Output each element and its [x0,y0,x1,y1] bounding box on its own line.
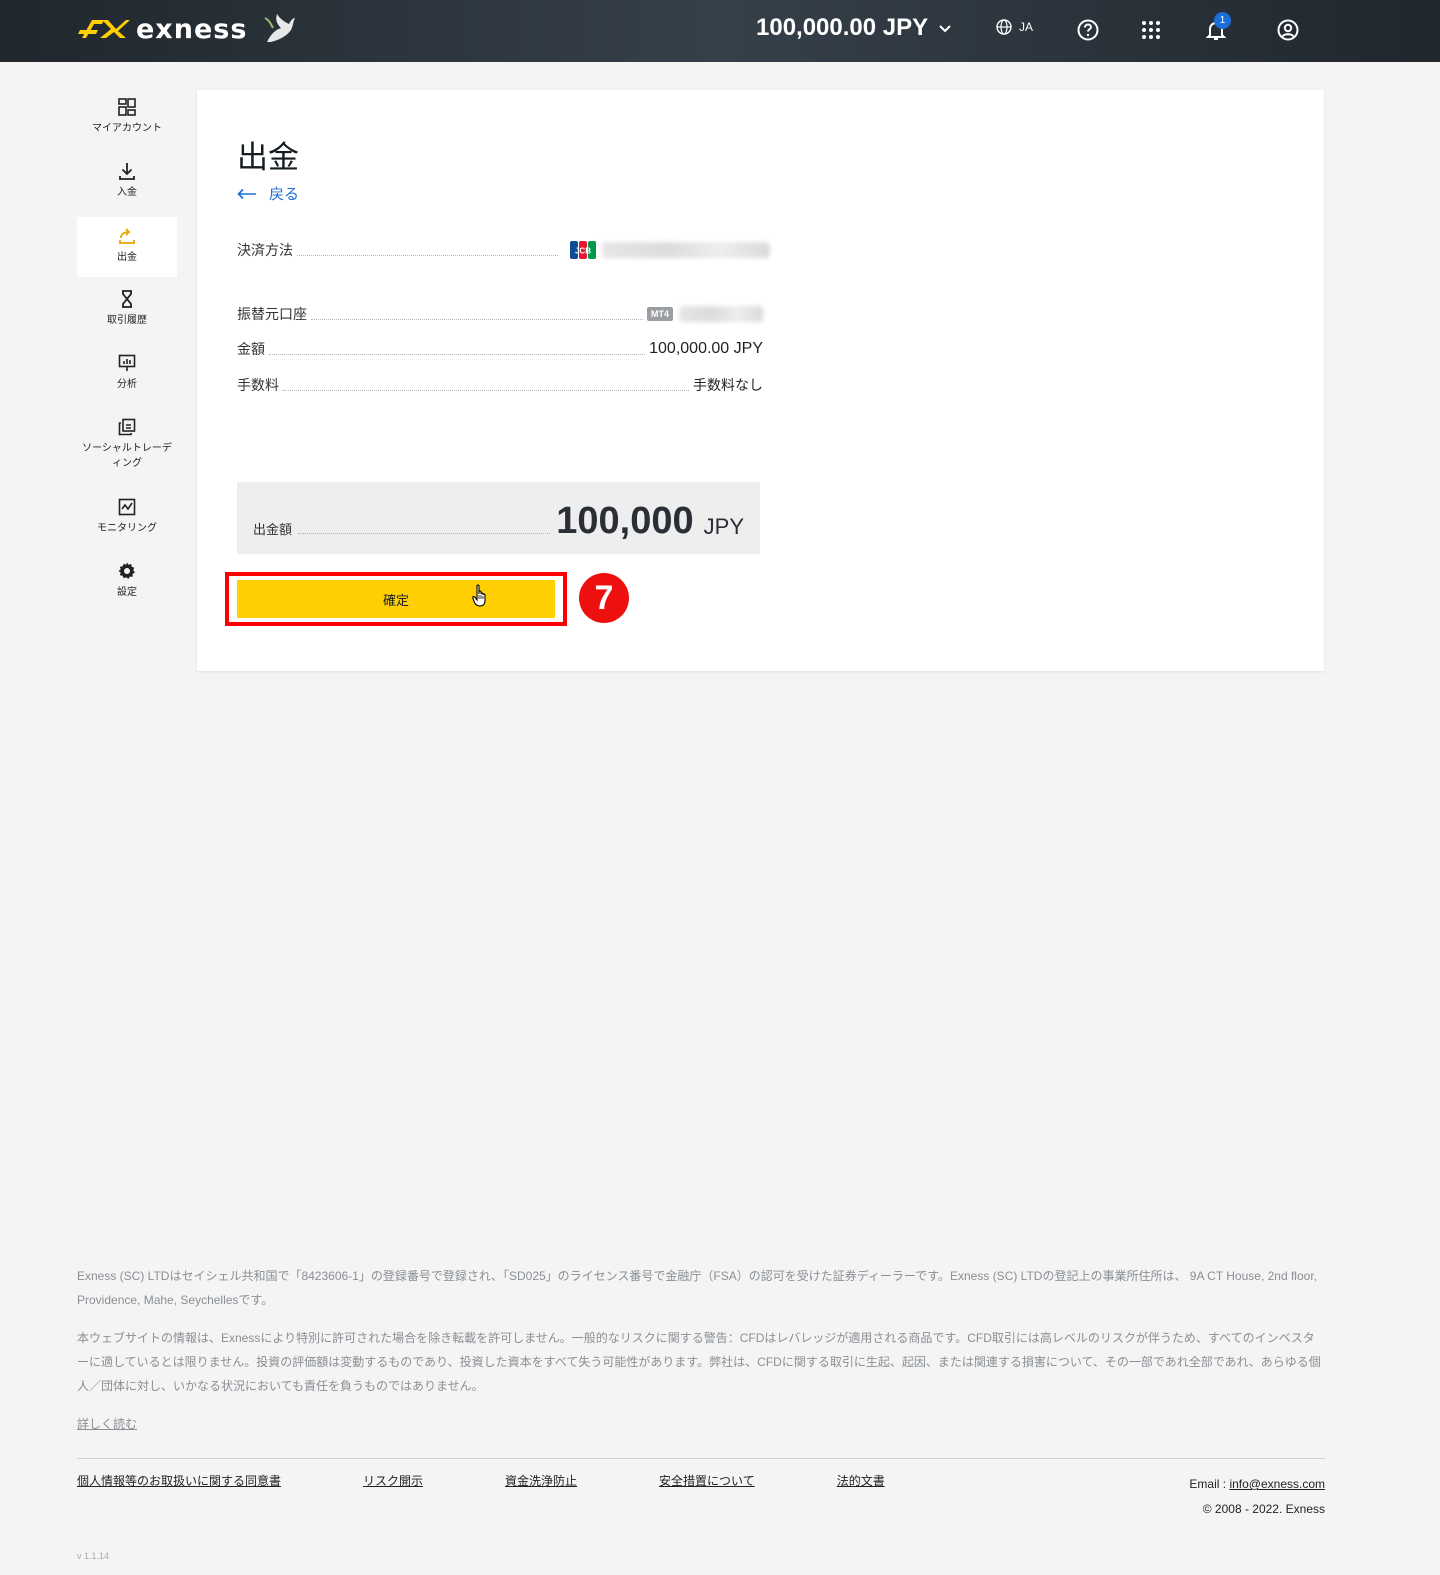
hand-cursor-icon [472,584,486,607]
footer-link-risk[interactable]: リスク開示 [363,1472,423,1489]
balance-value: 100,000.00 JPY [756,14,929,41]
footer-link-privacy[interactable]: 個人情報等のお取扱いに関する同意書 [77,1472,281,1489]
footer-divider [77,1458,1325,1459]
footer-link-security[interactable]: 安全措置について [659,1472,755,1489]
withdrawal-card: 出金 戻る 決済方法 JCB 振替元口座 MT4 金額 100,000.00 J… [197,90,1324,671]
dotted-leader [297,254,558,256]
payment-method-redacted [602,242,770,258]
sidebar-item-label: 入金 [117,187,137,198]
mt4-badge: MT4 [647,307,673,321]
dotted-leader [311,318,643,320]
back-link[interactable]: 戻る [237,183,299,204]
footer-paragraph: 本ウェブサイトの情報は、Exnessにより特別に許可された場合を除き転載を許可し… [77,1331,1321,1393]
read-more-link[interactable]: 詳しく読む [77,1417,137,1431]
sidebar-item-label: マイアカウント [92,123,162,134]
summary-label: 出金額 [253,523,293,538]
user-account-icon[interactable] [1276,18,1300,42]
gear-icon [118,562,135,579]
fee-label: 手数料 [237,378,279,394]
sidebar-item-label: 取引履歴 [107,315,147,326]
amount-value: 100,000.00 JPY [649,340,763,357]
dotted-leader [269,353,646,355]
notification-badge: 1 [1214,12,1231,29]
sidebar-item-history[interactable]: 取引履歴 [77,290,177,328]
email-label: Email : [1189,1477,1230,1491]
footer-disclaimer: Exness (SC) LTDはセイシェル共和国で「8423606-1」の登録番… [77,1264,1325,1436]
back-label: 戻る [269,185,300,203]
apps-grid-icon[interactable] [1139,18,1163,42]
hourglass-icon [122,290,132,308]
footer-link-aml[interactable]: 資金洗浄防止 [505,1472,577,1489]
sidebar-item-label: 出金 [117,252,137,263]
dashboard-icon [118,98,136,116]
jcb-card-icon: JCB [570,241,596,259]
footer-links: 個人情報等のお取扱いに関する同意書 リスク開示 資金洗浄防止 安全措置について … [77,1472,967,1489]
version-label: v 1.1.14 [77,1551,110,1561]
top-header: exness 100,000.00 JPY JA 1 [0,0,1440,62]
svg-text:JCB: JCB [575,247,591,256]
sidebar-item-withdrawal[interactable]: 出金 [77,217,177,277]
balance-dropdown[interactable]: 100,000.00 JPY [756,14,952,42]
source-account-label: 振替元口座 [237,307,307,323]
sidebar-item-label: モニタリング [97,523,157,534]
confirm-button[interactable]: 確定 [237,580,555,618]
amount-label: 金額 [237,342,265,358]
sidebar-item-social-trading[interactable]: ソーシャルトレーディング [77,418,177,471]
sidebar-item-settings[interactable]: 設定 [77,562,177,600]
copy-icon [118,418,136,436]
footer-link-legal[interactable]: 法的文書 [837,1472,885,1489]
sidebar-item-label: 分析 [117,379,137,390]
download-icon [119,163,135,180]
dove-icon [264,14,296,42]
chart-icon [118,498,136,516]
email-link[interactable]: info@exness.com [1229,1477,1325,1491]
source-account-row: 振替元口座 MT4 [237,304,763,324]
page-title: 出金 [237,140,299,176]
language-label: JA [1019,20,1034,34]
logo-text: exness [136,13,248,45]
dotted-leader [298,533,551,534]
exness-logo[interactable]: exness [78,12,297,46]
globe-icon [996,19,1012,35]
fee-value: 手数料なし [693,378,763,394]
sidebar-item-my-account[interactable]: マイアカウント [77,98,177,136]
step-number-badge: 7 [579,573,629,623]
withdrawal-summary: 出金額 100,000 JPY [237,482,760,554]
sidebar-item-label: 設定 [117,587,137,598]
exness-mark-icon [78,20,130,38]
chevron-down-icon [939,25,951,33]
sidebar-item-label: ソーシャルトレーディング [82,443,172,469]
footer-contact: Email : info@exness.com © 2008 - 2022. E… [1189,1472,1325,1522]
dotted-leader [283,389,689,391]
arrow-left-icon [237,188,256,199]
amount-row: 金額 100,000.00 JPY [237,339,763,359]
payment-method-row: 決済方法 JCB [237,240,770,260]
sidebar-item-analysis[interactable]: 分析 [77,354,177,392]
payment-method-label: 決済方法 [237,243,293,259]
sidebar-item-deposit[interactable]: 入金 [77,162,177,200]
presentation-icon [118,354,136,371]
copyright: © 2008 - 2022. Exness [1202,1502,1325,1516]
footer-paragraph: Exness (SC) LTDはセイシェル共和国で「8423606-1」の登録番… [77,1269,1317,1307]
fee-row: 手数料 手数料なし [237,375,763,395]
help-icon[interactable] [1076,18,1100,42]
summary-currency: JPY [703,514,744,539]
account-number-redacted [679,306,763,322]
summary-amount: 100,000 [556,500,694,542]
language-selector[interactable]: JA [996,19,1033,35]
sidebar-item-monitoring[interactable]: モニタリング [77,498,177,536]
upload-icon [119,228,135,244]
